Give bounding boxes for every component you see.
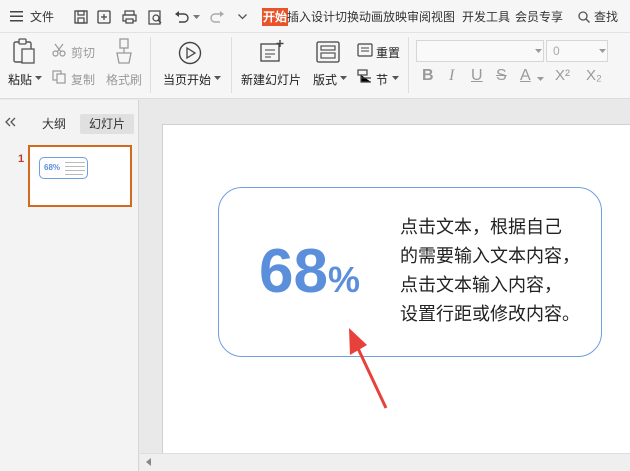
font-size-dropdown-icon[interactable] — [599, 49, 606, 54]
slide-text-line: 点击文本输入内容， — [400, 275, 562, 296]
paste-button[interactable]: 粘贴 — [8, 71, 32, 88]
tab-view[interactable]: 视图 — [431, 8, 455, 26]
superscript-button[interactable]: X² — [555, 67, 570, 84]
undo-icon[interactable] — [174, 10, 189, 24]
tab-insert[interactable]: 插入 — [287, 8, 311, 26]
font-color-button[interactable]: A — [520, 67, 531, 85]
thumbnail-card: 68% — [39, 157, 88, 179]
section-dropdown-icon[interactable] — [392, 76, 399, 81]
slides-panel: 大纲 幻灯片 1 68% — [0, 100, 139, 471]
slide-number: 1 — [18, 153, 25, 165]
underline-button[interactable]: U — [471, 67, 483, 85]
font-family-select[interactable] — [416, 40, 544, 62]
percentage-number: 68 — [259, 237, 328, 306]
font-size-select[interactable]: 0 — [546, 40, 608, 62]
print-preview-icon[interactable] — [148, 10, 163, 25]
scissors-icon — [52, 43, 66, 57]
tab-outline[interactable]: 大纲 — [35, 114, 73, 134]
scroll-left-icon[interactable] — [146, 458, 151, 466]
horizontal-scrollbar[interactable] — [140, 453, 630, 471]
layout-icon[interactable] — [316, 41, 340, 63]
font-family-dropdown-icon[interactable] — [535, 49, 542, 54]
tab-developer[interactable]: 开发工具 — [462, 8, 510, 26]
slide-thumbnail[interactable]: 68% — [28, 145, 132, 207]
tab-animation[interactable]: 动画 — [359, 8, 383, 26]
tab-slides[interactable]: 幻灯片 — [80, 114, 134, 134]
play-dropdown-icon[interactable] — [214, 76, 221, 81]
copy-icon — [52, 70, 66, 84]
thumbnail-percent: 68% — [44, 163, 61, 172]
ribbon-separator — [231, 37, 232, 93]
tab-design[interactable]: 设计 — [311, 8, 335, 26]
reset-button[interactable]: 重置 — [376, 44, 400, 61]
menu-bar: 文件 开始 插入 设计 切换 动画 放映 审阅 视图 开发工具 会员专享 查找 — [0, 0, 630, 33]
redo-icon[interactable] — [210, 10, 225, 24]
percentage-symbol: % — [327, 259, 360, 300]
file-menu[interactable]: 文件 — [30, 8, 54, 26]
slide-text-line: 的需要输入文本内容， — [400, 246, 580, 267]
format-painter-icon — [114, 38, 134, 64]
section-button[interactable]: 节 — [376, 71, 388, 88]
bold-button[interactable]: B — [422, 67, 434, 85]
layout-dropdown-icon[interactable] — [340, 76, 347, 81]
tab-member[interactable]: 会员专享 — [515, 8, 563, 26]
slide-text-line: 设置行距或修改内容。 — [400, 304, 580, 325]
ribbon-separator — [150, 37, 151, 93]
slide-text-line: 点击文本，根据自己 — [400, 217, 562, 238]
play-from-current-button[interactable]: 当页开始 — [163, 71, 211, 88]
strikethrough-button[interactable]: S — [496, 67, 507, 85]
export-pdf-icon[interactable] — [97, 10, 111, 24]
layout-button[interactable]: 版式 — [313, 71, 337, 88]
tab-transition[interactable]: 切换 — [335, 8, 359, 26]
new-slide-icon[interactable] — [259, 39, 285, 63]
font-size-value: 0 — [553, 44, 560, 58]
subscript-button[interactable]: X₂ — [586, 67, 602, 84]
tab-home[interactable]: 开始 — [262, 8, 289, 26]
cut-button[interactable]: 剪切 — [71, 44, 95, 61]
reset-icon[interactable] — [357, 43, 373, 57]
hamburger-menu-icon[interactable] — [10, 11, 23, 22]
italic-button[interactable]: I — [449, 67, 454, 85]
percentage-value[interactable]: 68% — [259, 236, 360, 308]
play-icon[interactable] — [178, 41, 202, 65]
format-painter-button[interactable]: 格式刷 — [106, 71, 142, 88]
save-icon[interactable] — [74, 10, 88, 24]
paste-icon[interactable] — [12, 38, 36, 64]
tab-review[interactable]: 审阅 — [407, 8, 431, 26]
tab-slideshow[interactable]: 放映 — [383, 8, 407, 26]
ribbon-separator — [408, 37, 409, 93]
new-slide-button[interactable]: 新建幻灯片 — [241, 71, 301, 88]
undo-dropdown-icon[interactable] — [193, 15, 200, 20]
font-color-dropdown-icon[interactable] — [537, 77, 544, 82]
section-icon[interactable] — [357, 69, 373, 84]
ribbon-toolbar: 粘贴 剪切 复制 格式刷 当页开始 新建幻灯片 版式 重置 节 0 B I U … — [0, 33, 630, 99]
search-label[interactable]: 查找 — [594, 8, 618, 26]
red-arrow-annotation — [349, 328, 388, 409]
print-icon[interactable] — [122, 10, 137, 24]
search-icon[interactable] — [578, 11, 590, 23]
customize-toolbar-icon[interactable] — [238, 14, 247, 20]
collapse-panel-icon[interactable] — [4, 117, 16, 127]
copy-button[interactable]: 复制 — [71, 71, 95, 88]
paste-dropdown-icon[interactable] — [35, 76, 42, 81]
slide-text-block[interactable]: 点击文本，根据自己 的需要输入文本内容， 点击文本输入内容， 设置行距或修改内容… — [400, 213, 590, 329]
